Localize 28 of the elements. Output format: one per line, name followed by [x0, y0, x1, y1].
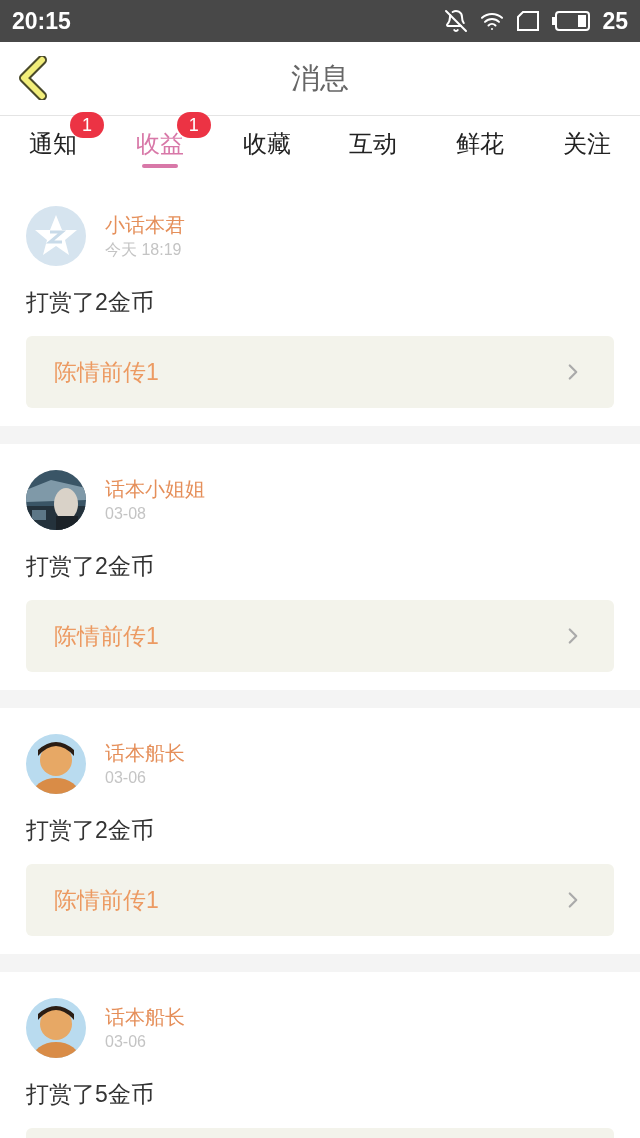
sender-name: 话本船长	[105, 1005, 185, 1030]
person-avatar-icon	[26, 998, 86, 1058]
back-button[interactable]	[16, 56, 48, 100]
message-time: 03-08	[105, 504, 147, 524]
tab[interactable]: 互动	[320, 116, 427, 180]
back-icon	[16, 56, 48, 100]
message-time: 今天 18:19	[105, 240, 183, 260]
sender-name: 话本船长	[105, 741, 185, 766]
tab-underline	[142, 164, 178, 168]
tab[interactable]: 收藏	[213, 116, 320, 180]
message-text: 打赏了2金币	[26, 288, 155, 317]
battery-level: 25	[602, 6, 628, 36]
sender-name: 话本小姐姐	[105, 477, 205, 502]
message-time: 03-06	[105, 1032, 147, 1052]
tab[interactable]: 鲜花	[426, 116, 534, 180]
message-text: 打赏了2金币	[26, 552, 155, 581]
message-text: 打赏了5金币	[26, 1080, 155, 1109]
page-title: 消息	[291, 60, 349, 96]
sender-name: 小话本君	[105, 213, 185, 238]
message-time: 03-06	[105, 768, 147, 788]
tab[interactable]: 关注	[533, 116, 640, 180]
person-avatar-icon	[26, 734, 86, 794]
battery-icon	[552, 11, 591, 31]
bell-off-icon	[444, 9, 469, 33]
star-avatar-icon	[26, 206, 86, 266]
status-time: 20:15	[12, 6, 71, 36]
tablet-icon	[516, 10, 541, 32]
message-text: 打赏了2金币	[26, 816, 155, 845]
